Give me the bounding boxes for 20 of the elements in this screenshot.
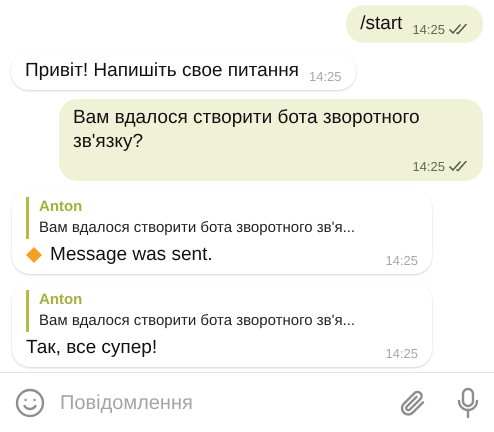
message-time: 14:25 [412,158,445,176]
quoted-message[interactable]: Anton Вам вдалося створити бота зворотного зв'я... [26,290,418,332]
message-text: Message was sent. [50,242,213,266]
message-time: 14:25 [308,68,342,86]
quoted-author: Anton [39,290,84,310]
quoted-message[interactable]: Anton Вам вдалося створити бота зворотного зв'я... [26,196,418,238]
message-text: /start [360,12,402,36]
quoted-text: Вам вдалося створити бота зворотного зв'я... [39,310,356,330]
quoted-text: Вам вдалося створити бота зворотного зв'я... [39,218,356,238]
message-time: 14:25 [412,20,445,38]
quoted-author: Anton [39,196,84,216]
message-text: Так, все супер! [26,336,158,360]
message-text: Вам вдалося створити бота зворотного зв'язку? [73,106,421,154]
message-time: 14:25 [385,345,418,363]
emoji-icon[interactable] [14,386,46,418]
microphone-icon[interactable] [456,386,480,418]
message-time: 14:25 [385,252,418,270]
diamond-icon [26,246,42,262]
message-text: Привіт! Напишіть свое питання [25,59,299,83]
message-field[interactable]: Повідомлення [60,388,384,418]
